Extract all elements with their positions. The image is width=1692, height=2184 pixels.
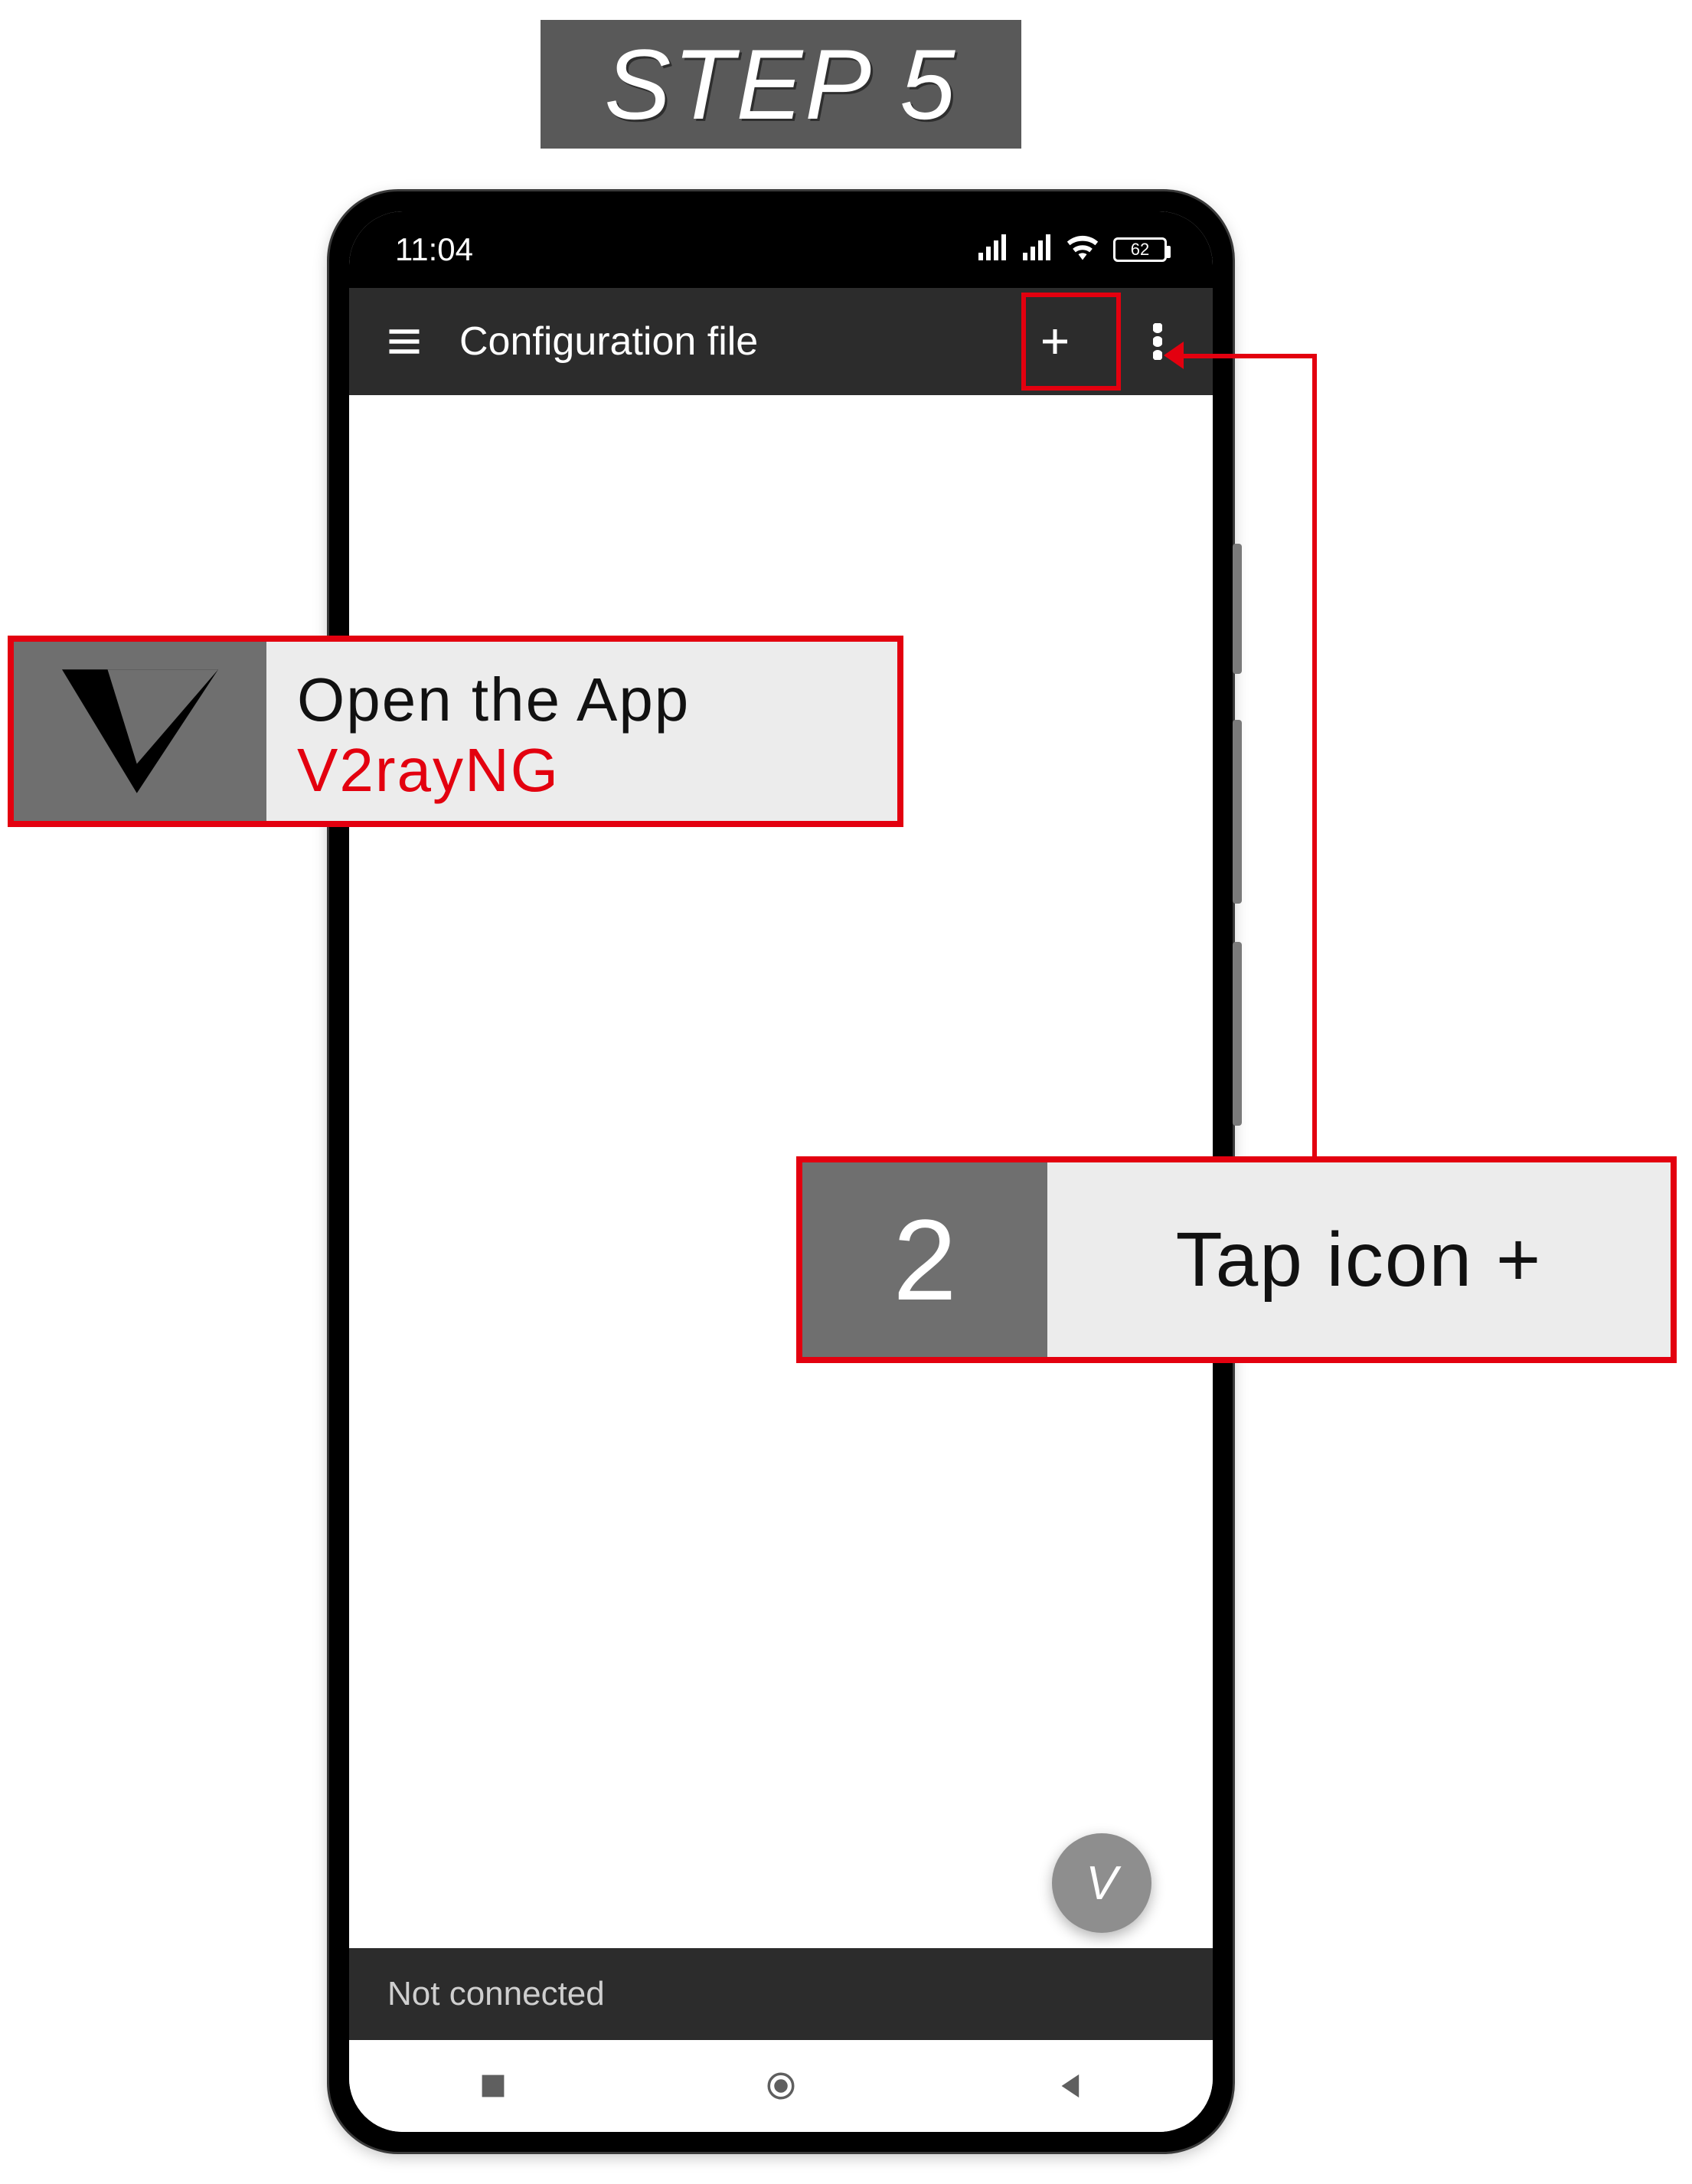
- status-bar-bottom: Not connected: [349, 1948, 1213, 2040]
- step-banner: STEP 5: [536, 15, 1026, 153]
- callout2-number: 2: [893, 1194, 956, 1326]
- android-navbar: [349, 2040, 1213, 2132]
- appbar-title: Configuration file: [459, 319, 758, 365]
- android-statusbar: 11:04 62: [349, 211, 1213, 288]
- signal-icon: [1021, 231, 1052, 268]
- callout-tap-plus: 2 Tap icon +: [796, 1156, 1677, 1363]
- callout1-line1: Open the App: [297, 665, 867, 735]
- connect-fab[interactable]: V: [1052, 1833, 1151, 1933]
- battery-level: 62: [1131, 240, 1149, 260]
- phone-side-button: [1233, 942, 1242, 1126]
- step-label: STEP 5: [604, 27, 957, 142]
- fab-glyph: V: [1086, 1856, 1117, 1911]
- v2rayng-app-icon: [14, 642, 266, 821]
- callout2-text: Tap icon +: [1176, 1216, 1543, 1304]
- home-icon[interactable]: [762, 2067, 800, 2105]
- back-icon[interactable]: [1050, 2067, 1088, 2105]
- callout1-line2: V2rayNG: [297, 735, 867, 806]
- callout-connector-line: [1312, 354, 1317, 1158]
- callout2-number-badge: 2: [802, 1162, 1047, 1357]
- phone-side-button: [1233, 720, 1242, 904]
- more-menu-icon[interactable]: [1133, 317, 1182, 366]
- battery-icon: 62: [1113, 237, 1167, 262]
- recent-apps-icon[interactable]: [474, 2067, 512, 2105]
- signal-icon: [977, 231, 1008, 268]
- connection-status: Not connected: [387, 1975, 605, 2013]
- phone-side-button: [1233, 544, 1242, 674]
- app-bar: Configuration file: [349, 288, 1213, 395]
- callout-open-app: Open the App V2rayNG: [8, 636, 903, 827]
- statusbar-time: 11:04: [395, 231, 473, 268]
- wifi-icon: [1066, 231, 1099, 268]
- hamburger-menu-icon[interactable]: [380, 317, 429, 366]
- add-button-highlight: [1021, 293, 1121, 391]
